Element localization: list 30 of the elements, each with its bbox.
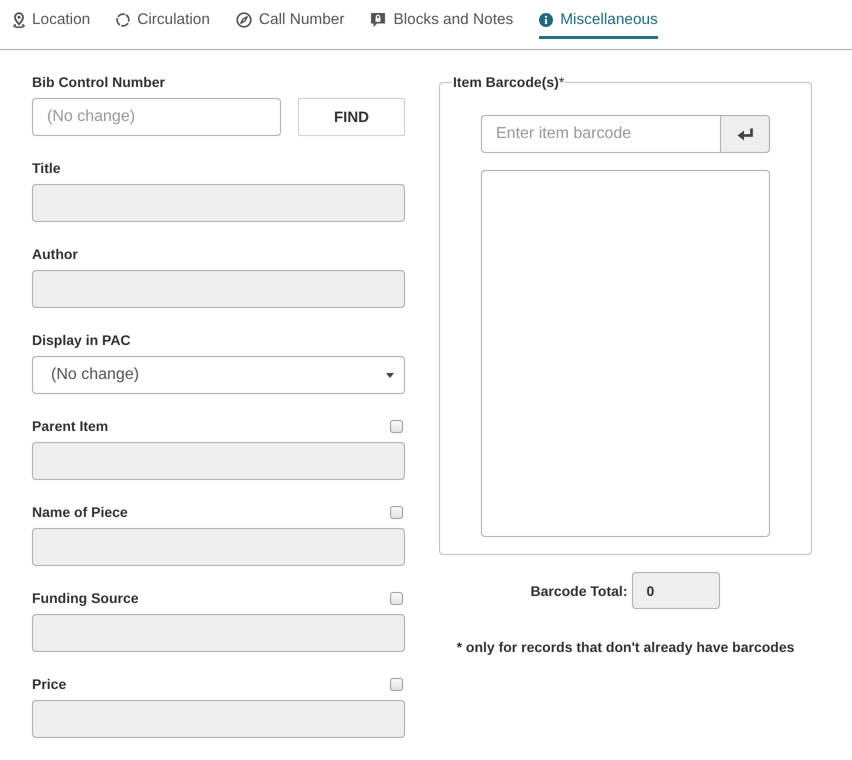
footnote: * only for records that don't already have barcodes <box>456 639 796 655</box>
field-label: Bib Control Number <box>32 74 165 90</box>
dashed-ring-icon <box>116 13 130 27</box>
barcode-legend: Item Barcode(s)* <box>452 74 566 90</box>
locked-speech-bubble-icon <box>370 12 386 28</box>
barcode-total-count: 0 <box>632 572 720 609</box>
barcode-list-field[interactable] <box>481 170 770 537</box>
caret-icon <box>386 372 394 378</box>
search-field[interactable]: (No change) <box>32 98 281 136</box>
map-pin-icon <box>13 12 25 28</box>
tab[interactable]: Location <box>13 0 90 39</box>
field-label: Author <box>32 246 78 262</box>
total-label: Barcode Total: <box>530 582 628 598</box>
info-icon <box>539 13 554 27</box>
field-label: Funding Source <box>32 590 139 606</box>
field-label: Title <box>32 160 61 176</box>
tab[interactable]: Circulation <box>116 0 210 39</box>
enter-button[interactable] <box>721 115 770 153</box>
tab[interactable]: Blocks and Notes <box>370 0 514 39</box>
field-label: Parent Item <box>32 418 108 434</box>
return-arrow-icon <box>736 128 754 140</box>
compass-icon <box>236 12 252 28</box>
tab[interactable]: Call Number <box>236 0 344 39</box>
barcode-input-field[interactable]: Enter item barcode <box>481 115 721 153</box>
field-label: Display in PAC <box>32 332 131 348</box>
tab[interactable]: Miscellaneous <box>539 0 658 39</box>
find-button[interactable]: FIND <box>298 98 405 136</box>
field-label: Price <box>32 676 66 692</box>
dropdown[interactable]: (No change) <box>32 356 405 394</box>
field-label: Name of Piece <box>32 504 128 520</box>
